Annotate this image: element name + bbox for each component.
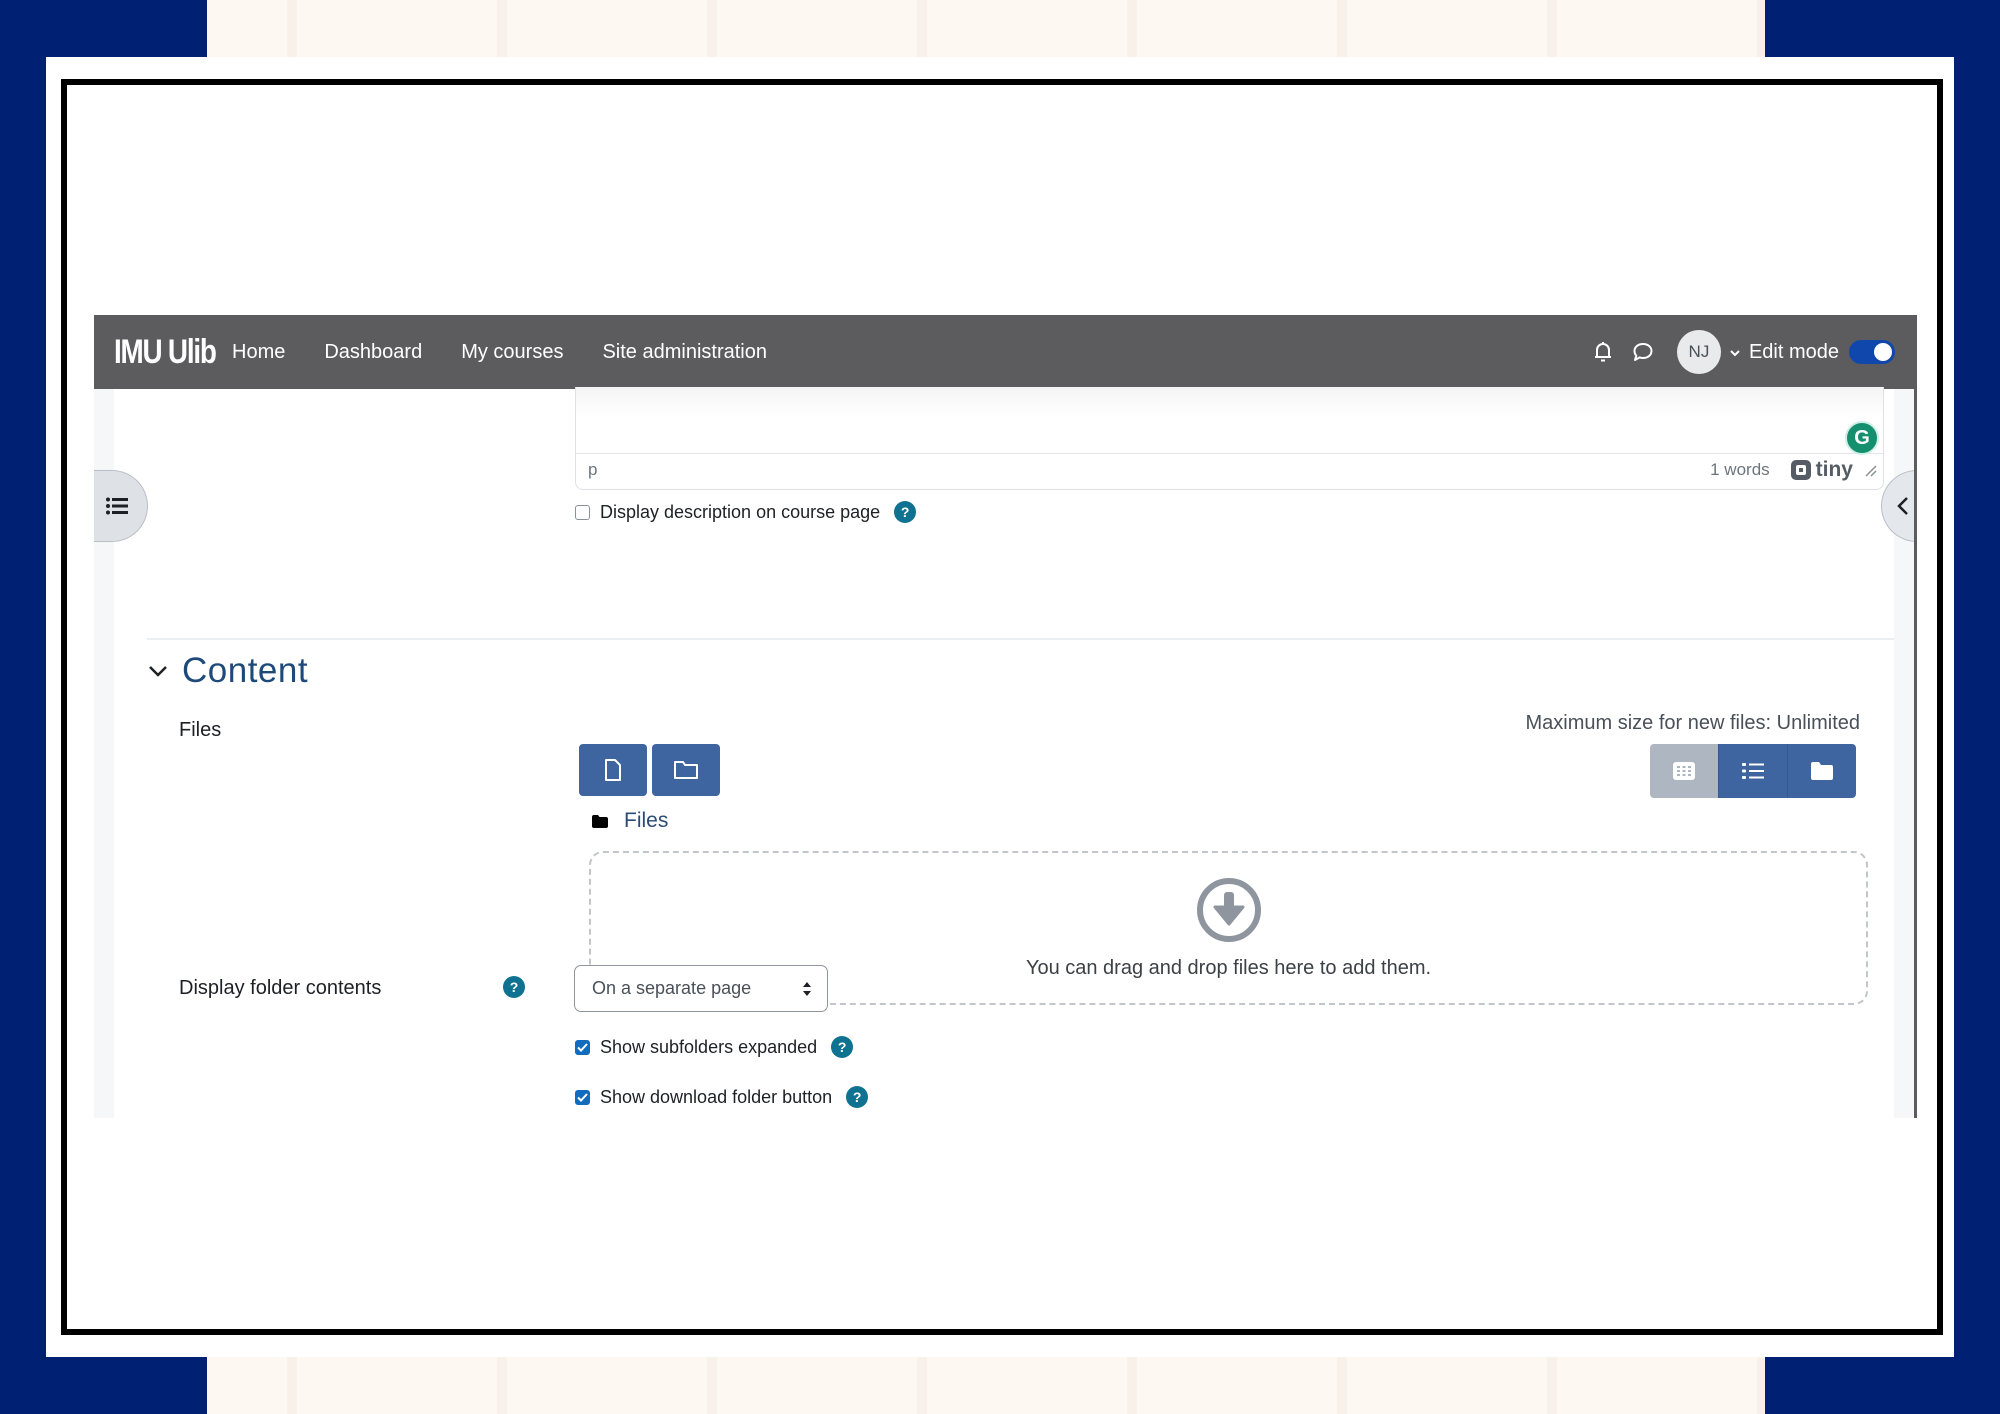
nav-dashboard[interactable]: Dashboard bbox=[324, 341, 422, 364]
help-icon[interactable]: ? bbox=[831, 1036, 854, 1058]
content-section-header[interactable]: Content bbox=[148, 651, 308, 691]
view-tree-button[interactable] bbox=[1787, 744, 1856, 798]
grammarly-icon[interactable]: G bbox=[1845, 421, 1879, 455]
display-description-row: Display description on course page ? bbox=[575, 501, 917, 523]
moodle-app: IMU Ulib Home Dashboard My courses Site … bbox=[94, 315, 1917, 1118]
show-subfolders-checkbox[interactable] bbox=[575, 1039, 590, 1055]
page-content: G p 1 words tiny Display description on … bbox=[114, 387, 1894, 1118]
background-top-band bbox=[207, 0, 1765, 57]
help-icon[interactable]: ? bbox=[894, 501, 917, 523]
folder-icon bbox=[674, 761, 698, 779]
view-icons-button[interactable] bbox=[1650, 744, 1718, 798]
editor-text-area[interactable] bbox=[576, 387, 1883, 454]
files-label: Files bbox=[179, 719, 222, 741]
element-path[interactable]: p bbox=[588, 460, 597, 480]
list-icon bbox=[105, 497, 128, 515]
edit-mode-label: Edit mode bbox=[1748, 340, 1839, 363]
add-file-button[interactable] bbox=[579, 744, 647, 796]
bell-icon[interactable] bbox=[1591, 340, 1615, 364]
tiny-brand-text: tiny bbox=[1815, 458, 1853, 481]
resize-handle-icon[interactable] bbox=[1863, 463, 1877, 477]
display-description-label: Display description on course page bbox=[600, 501, 881, 522]
folder-icon bbox=[1811, 762, 1833, 780]
grid-icon bbox=[1673, 762, 1695, 780]
view-toggle-group bbox=[1650, 744, 1856, 798]
display-folder-select[interactable]: On a separate page bbox=[574, 965, 828, 1012]
check-icon bbox=[577, 1042, 588, 1052]
chevron-left-icon bbox=[1896, 497, 1908, 515]
show-download-label: Show download folder button bbox=[600, 1086, 833, 1107]
dropzone-text: You can drag and drop files here to add … bbox=[1025, 956, 1432, 979]
scrollbar[interactable] bbox=[1914, 389, 1917, 1118]
view-details-button[interactable] bbox=[1718, 744, 1787, 798]
chevron-down-icon[interactable] bbox=[1729, 345, 1741, 360]
site-brand[interactable]: IMU Ulib bbox=[114, 333, 217, 372]
folder-icon bbox=[592, 814, 608, 828]
section-title: Content bbox=[182, 651, 309, 690]
list-icon bbox=[1742, 763, 1764, 779]
create-folder-button[interactable] bbox=[652, 744, 720, 796]
help-icon[interactable]: ? bbox=[846, 1086, 869, 1108]
display-description-checkbox[interactable] bbox=[575, 504, 590, 520]
show-subfolders-row: Show subfolders expanded ? bbox=[575, 1036, 854, 1058]
word-count[interactable]: 1 words bbox=[1710, 460, 1770, 480]
show-download-checkbox[interactable] bbox=[575, 1089, 590, 1105]
nav-my-courses[interactable]: My courses bbox=[461, 341, 563, 364]
select-arrows-icon bbox=[803, 982, 811, 996]
show-download-row: Show download folder button ? bbox=[575, 1086, 869, 1108]
help-icon[interactable]: ? bbox=[503, 976, 525, 998]
section-divider bbox=[147, 638, 1894, 640]
edit-mode-toggle[interactable] bbox=[1849, 340, 1895, 364]
select-value: On a separate page bbox=[592, 978, 752, 998]
check-icon bbox=[577, 1092, 588, 1102]
nav-home[interactable]: Home bbox=[232, 341, 285, 364]
tiny-logo-icon bbox=[1790, 460, 1811, 480]
toggle-knob bbox=[1874, 343, 1892, 361]
navbar-right: NJ Edit mode bbox=[1591, 330, 1895, 374]
top-navbar: IMU Ulib Home Dashboard My courses Site … bbox=[94, 315, 1917, 389]
tiny-logo[interactable]: tiny bbox=[1790, 458, 1853, 482]
user-avatar[interactable]: NJ bbox=[1676, 330, 1721, 374]
description-editor[interactable]: G p 1 words tiny bbox=[575, 387, 1884, 490]
nav-site-administration[interactable]: Site administration bbox=[602, 341, 767, 364]
files-path-link[interactable]: Files bbox=[624, 809, 668, 833]
background-bottom-band bbox=[207, 1357, 1765, 1414]
download-arrow-icon bbox=[1196, 877, 1261, 942]
file-icon bbox=[605, 759, 621, 781]
chevron-down-icon[interactable] bbox=[148, 664, 168, 678]
display-folder-label: Display folder contents bbox=[179, 977, 382, 999]
editor-status-bar: p 1 words tiny bbox=[576, 453, 1883, 487]
file-path-breadcrumb: Files bbox=[592, 809, 668, 833]
chat-icon[interactable] bbox=[1631, 340, 1655, 364]
show-subfolders-label: Show subfolders expanded bbox=[600, 1036, 818, 1057]
max-size-text: Maximum size for new files: Unlimited bbox=[1525, 712, 1860, 734]
